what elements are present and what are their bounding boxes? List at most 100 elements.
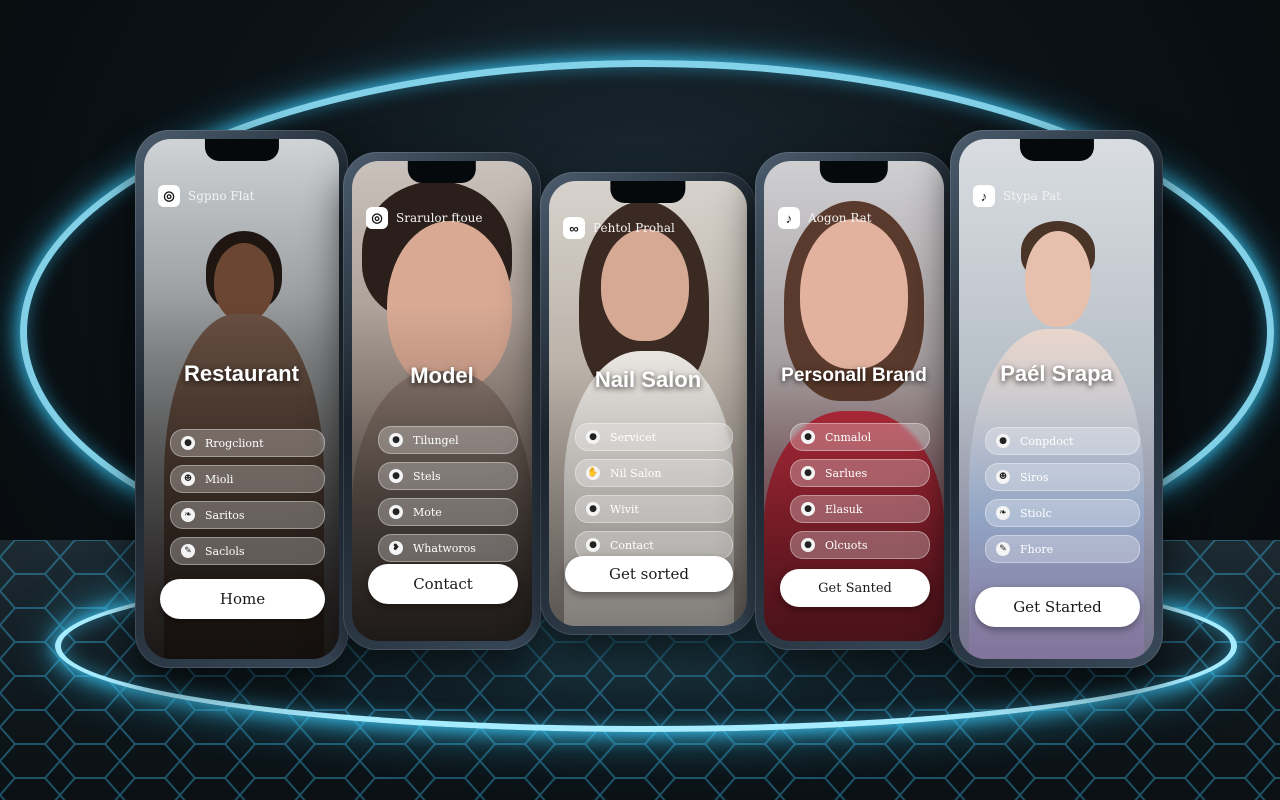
menu-item[interactable]: ✎ Fhore: [985, 535, 1140, 563]
page-title: Restaurant: [184, 361, 299, 386]
link-menu: ● Servicet ✋ Nil Salon ● Wivit ● Contact: [575, 423, 733, 559]
menu-item[interactable]: ● Rrogcliont: [170, 429, 325, 457]
get-started-button[interactable]: Get sorted: [565, 556, 733, 592]
brand-header: ◎ Srarulor ftoue: [366, 207, 522, 229]
menu-item-label: Stels: [413, 469, 441, 483]
menu-item[interactable]: ● Stels: [378, 462, 518, 490]
phone-notch: [407, 161, 477, 183]
menu-item[interactable]: ● Servicet: [575, 423, 733, 451]
link-menu: ● Conpdoct ☻ Siros ❧ Stiolc ✎ Fhore: [985, 427, 1140, 563]
phone-creator: ♪ Stypa Pat Paél Srapa ● Conpdoct ☻ Siros …: [950, 130, 1163, 668]
people-icon: ☻: [996, 470, 1010, 484]
page-title: Nail Salon: [594, 367, 702, 392]
menu-item[interactable]: ✋ Nil Salon: [575, 459, 733, 487]
menu-item-label: Cnmalol: [825, 430, 872, 444]
link-menu: ● Rrogcliont ☻ Mioli ❧ Saritos ✎ Saclols: [170, 429, 325, 565]
phone-restaurant: ◎ Sgpno Flat Restaurant ● Rrogcliont ☻ Mio…: [135, 130, 348, 668]
brand-name: Aogon Rat: [808, 211, 872, 225]
portrait-photo: [959, 139, 1154, 659]
circle-icon: ●: [586, 430, 600, 444]
circle-icon: ●: [996, 434, 1010, 448]
circle-icon: ●: [389, 433, 403, 447]
link-icon[interactable]: ∞: [563, 217, 585, 239]
brand-header: ♪ Aogon Rat: [778, 207, 934, 229]
menu-item-label: Mioli: [205, 472, 234, 486]
phone-nail-salon: ∞ Pehtol Prohal Nail Salon ● Servicet ✋ Ni…: [540, 172, 756, 635]
tiktok-icon[interactable]: ♪: [973, 185, 995, 207]
phone-screen: ◎ Sgpno Flat Restaurant ● Rrogcliont ☻ Mio…: [144, 139, 339, 659]
menu-item[interactable]: ● Contact: [575, 531, 733, 559]
circle-icon: ●: [801, 430, 815, 444]
menu-item[interactable]: ❧ Saritos: [170, 501, 325, 529]
menu-item-label: Tilungel: [413, 433, 459, 447]
menu-item[interactable]: ● Elasuk: [790, 495, 930, 523]
menu-item-label: Conpdoct: [1020, 434, 1074, 448]
menu-item[interactable]: ✎ Saclols: [170, 537, 325, 565]
menu-item-label: Saclols: [205, 544, 245, 558]
circle-icon: ●: [801, 538, 815, 552]
menu-item-label: Stiolc: [1020, 506, 1052, 520]
leaf-icon: ❧: [181, 508, 195, 522]
page-title: Model: [410, 363, 474, 388]
phone-screen: ♪ Stypa Pat Paél Srapa ● Conpdoct ☻ Siros …: [959, 139, 1154, 659]
menu-item[interactable]: ● Olcuots: [790, 531, 930, 559]
circle-icon: ●: [389, 469, 403, 483]
page-title: Paél Srapa: [1000, 361, 1113, 386]
menu-item-label: Mote: [413, 505, 442, 519]
tiktok-icon[interactable]: ♪: [778, 207, 800, 229]
menu-item-label: Olcuots: [825, 538, 868, 552]
brand-header: ♪ Stypa Pat: [973, 185, 1144, 207]
circle-icon: ●: [181, 436, 195, 450]
menu-item[interactable]: ● Wivit: [575, 495, 733, 523]
phone-model: ◎ Srarulor ftoue Model ● Tilungel ● Stels …: [343, 152, 541, 650]
link-menu: ● Cnmalol ● Sarlues ● Elasuk ● Olcuots: [790, 423, 930, 559]
brand-name: Pehtol Prohal: [593, 221, 675, 235]
phone-screen: ♪ Aogon Rat Personall Brand ● Cnmalol ● Sa…: [764, 161, 944, 641]
home-button[interactable]: Home: [160, 579, 325, 619]
menu-item[interactable]: ❧ Stiolc: [985, 499, 1140, 527]
menu-item[interactable]: ● Cnmalol: [790, 423, 930, 451]
circle-icon: ●: [586, 538, 600, 552]
menu-item[interactable]: ❥ Whatworos: [378, 534, 518, 562]
brand-name: Sgpno Flat: [188, 189, 255, 203]
menu-item-label: Sarlues: [825, 466, 868, 480]
circle-icon: ●: [389, 505, 403, 519]
menu-item[interactable]: ● Conpdoct: [985, 427, 1140, 455]
people-icon: ☻: [181, 472, 195, 486]
circle-icon: ●: [586, 502, 600, 516]
menu-item-label: Contact: [610, 538, 654, 552]
menu-item-label: Saritos: [205, 508, 245, 522]
circle-icon: ●: [801, 502, 815, 516]
phone-screen: ◎ Srarulor ftoue Model ● Tilungel ● Stels …: [352, 161, 532, 641]
menu-item[interactable]: ☻ Siros: [985, 463, 1140, 491]
feather-icon: ✎: [181, 544, 195, 558]
phone-notch: [204, 139, 279, 161]
get-started-button[interactable]: Get Started: [975, 587, 1140, 627]
instagram-icon[interactable]: ◎: [158, 185, 180, 207]
phone-notch: [610, 181, 686, 203]
menu-item-label: Rrogcliont: [205, 436, 264, 450]
menu-item-label: Elasuk: [825, 502, 863, 516]
contact-button[interactable]: Contact: [368, 564, 518, 604]
phone-notch: [819, 161, 889, 183]
menu-item[interactable]: ● Tilungel: [378, 426, 518, 454]
menu-item-label: Nil Salon: [610, 466, 662, 480]
showcase-scene: ◎ Sgpno Flat Restaurant ● Rrogcliont ☻ Mio…: [0, 0, 1280, 800]
brand-header: ◎ Sgpno Flat: [158, 185, 329, 207]
drop-icon: ❥: [389, 541, 403, 555]
menu-item[interactable]: ● Mote: [378, 498, 518, 526]
phone-personal-brand: ♪ Aogon Rat Personall Brand ● Cnmalol ● Sa…: [755, 152, 953, 650]
menu-item-label: Whatworos: [413, 541, 476, 555]
page-title: Personall Brand: [781, 365, 927, 386]
brand-name: Stypa Pat: [1003, 189, 1061, 203]
instagram-icon[interactable]: ◎: [366, 207, 388, 229]
phone-screen: ∞ Pehtol Prohal Nail Salon ● Servicet ✋ Ni…: [549, 181, 747, 626]
menu-item-label: Fhore: [1020, 542, 1054, 556]
brand-name: Srarulor ftoue: [396, 211, 483, 225]
get-started-button[interactable]: Get Santed: [780, 569, 930, 607]
circle-icon: ●: [801, 466, 815, 480]
link-menu: ● Tilungel ● Stels ● Mote ❥ Whatworos: [378, 426, 518, 562]
menu-item[interactable]: ☻ Mioli: [170, 465, 325, 493]
menu-item[interactable]: ● Sarlues: [790, 459, 930, 487]
phone-notch: [1019, 139, 1094, 161]
